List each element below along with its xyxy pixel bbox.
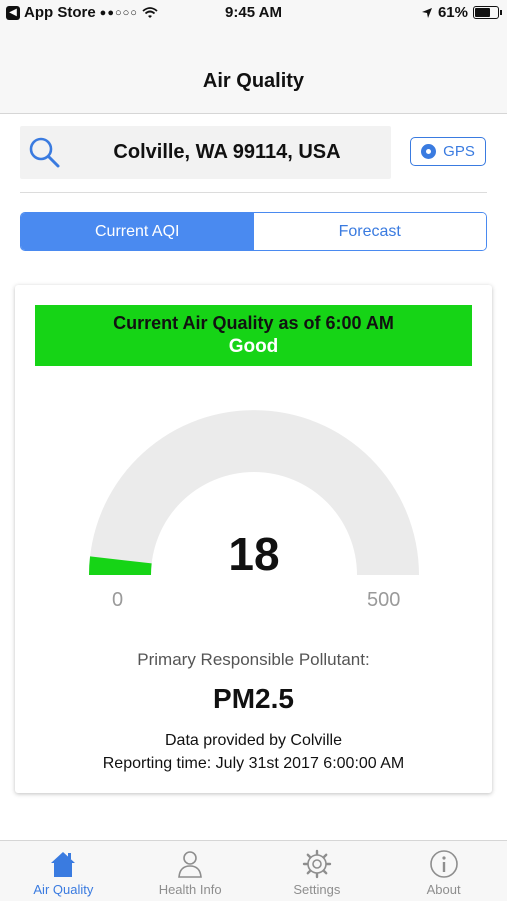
status-bar: ◀ App Store ●●○○○ 9:45 AM 61% bbox=[0, 0, 507, 26]
person-icon bbox=[178, 851, 203, 878]
location-text[interactable]: Colville, WA 99114, USA bbox=[72, 126, 382, 179]
battery-level bbox=[475, 8, 490, 17]
gps-label: GPS bbox=[443, 143, 475, 160]
pollutant-label: Primary Responsible Pollutant: bbox=[137, 650, 370, 669]
tab-label: About bbox=[426, 882, 461, 897]
divider bbox=[20, 192, 487, 193]
gps-button[interactable]: GPS bbox=[410, 137, 486, 166]
gauge-max-label: 500 bbox=[367, 589, 401, 611]
tab-air-quality[interactable]: Air Quality bbox=[0, 841, 127, 901]
aqi-card: Current Air Quality as of 6:00 AM Good 1… bbox=[15, 285, 492, 793]
aqi-value: 18 bbox=[228, 528, 280, 580]
pollutant-value: PM2.5 bbox=[213, 683, 294, 714]
reporting-time: Reporting time: July 31st 2017 6:00:00 A… bbox=[102, 755, 405, 772]
tab-label: Air Quality bbox=[33, 882, 94, 897]
location-search[interactable]: Colville, WA 99114, USA bbox=[20, 126, 391, 179]
tab-settings[interactable]: Settings bbox=[254, 841, 381, 901]
gps-icon bbox=[421, 144, 437, 159]
tab-forecast[interactable]: Forecast bbox=[253, 213, 486, 250]
tab-about[interactable]: About bbox=[380, 841, 507, 901]
tab-current-aqi[interactable]: Current AQI bbox=[21, 213, 254, 250]
location-arrow-icon bbox=[421, 7, 432, 18]
page-title: Air Quality bbox=[202, 70, 305, 92]
gauge-min-label: 0 bbox=[112, 589, 124, 611]
battery-icon bbox=[473, 6, 502, 19]
battery-percent: 61% bbox=[437, 4, 468, 21]
data-provider: Data provided by Colville bbox=[165, 732, 342, 749]
house-icon bbox=[51, 852, 76, 877]
info-icon bbox=[429, 850, 458, 878]
gear-icon bbox=[302, 849, 332, 879]
search-icon[interactable] bbox=[28, 136, 62, 170]
navigation-bar: Air Quality bbox=[0, 26, 507, 114]
tab-label: Health Info bbox=[158, 882, 222, 897]
tab-bar: Air Quality Health Info Settings About bbox=[0, 840, 507, 901]
tab-label: Settings bbox=[293, 882, 341, 897]
aqi-segmented-control: Current AQI Forecast bbox=[20, 212, 487, 251]
tab-health-info[interactable]: Health Info bbox=[127, 841, 254, 901]
